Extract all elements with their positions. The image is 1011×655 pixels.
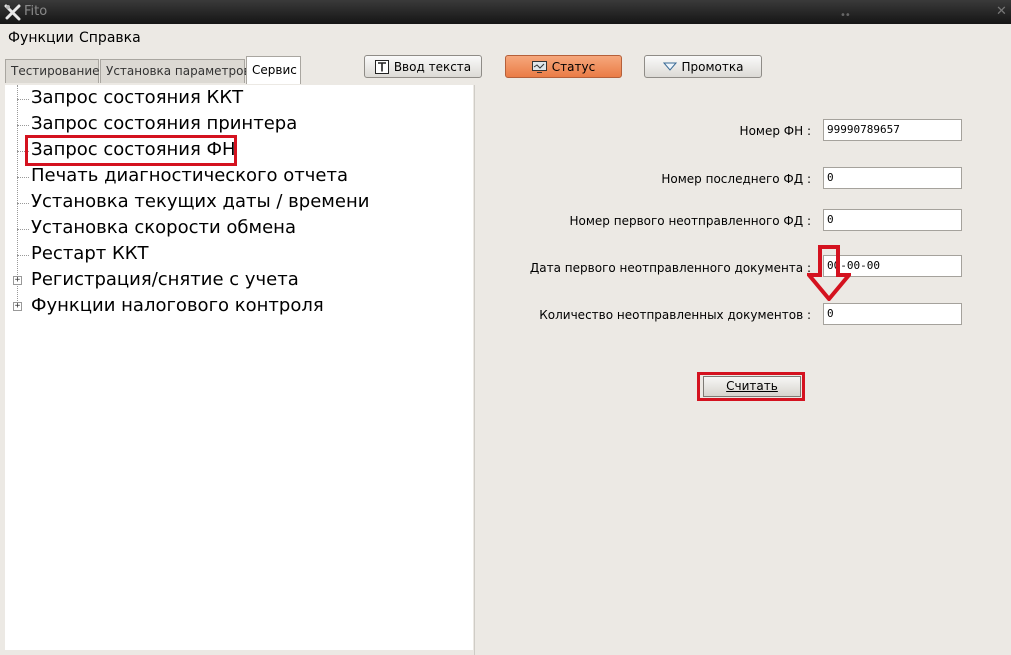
first-unsent-fd-label: Номер первого неотправленного ФД : (569, 214, 811, 228)
fn-number-label: Номер ФН : (739, 124, 811, 138)
chevron-down-icon (662, 62, 677, 71)
app-icon (4, 4, 21, 21)
tree-item-restart-kkt[interactable]: Рестарт ККТ (31, 243, 149, 267)
tab-service[interactable]: Сервис (246, 56, 301, 84)
tree-connector (17, 177, 29, 178)
fn-status-panel: Номер ФН : 99990789657 Номер последнего … (474, 85, 1011, 655)
last-fd-label: Номер последнего ФД : (661, 172, 811, 186)
tree-item-kkt-status[interactable]: Запрос состояния ККТ (31, 87, 243, 111)
text-icon (374, 59, 389, 74)
tree-item-printer-status[interactable]: Запрос состояния принтера (31, 113, 297, 137)
unsent-count-label: Количество неотправленных документов : (539, 308, 811, 322)
tree-item-baud-rate[interactable]: Установка скорости обмена (31, 217, 296, 241)
feed-label: Промотка (681, 59, 744, 74)
tree-connector (17, 203, 29, 204)
status-label: Статус (551, 59, 596, 74)
menu-functions[interactable]: Функции (8, 30, 74, 46)
service-tree: Запрос состояния ККТ Запрос состояния пр… (5, 85, 473, 650)
feed-button[interactable]: Промотка (644, 55, 762, 78)
status-button[interactable]: Статус (505, 55, 622, 78)
tree-connector (17, 99, 29, 100)
tree-item-set-datetime[interactable]: Установка текущих даты / времени (31, 191, 369, 215)
expand-icon[interactable]: + (13, 302, 22, 311)
tree-connector (17, 229, 29, 230)
expand-icon[interactable]: + (13, 276, 22, 285)
tab-parameters[interactable]: Установка параметров (100, 59, 251, 83)
tree-guide (17, 85, 18, 307)
tree-item-tax-control[interactable]: Функции налогового контроля (31, 295, 324, 319)
close-icon[interactable]: ✕ (996, 4, 1007, 19)
monitor-icon (531, 60, 547, 73)
fn-status-highlight (25, 135, 237, 166)
unsent-count-field[interactable]: 0 (823, 303, 962, 325)
last-fd-field[interactable]: 0 (823, 167, 962, 189)
tab-testing[interactable]: Тестирование (5, 59, 100, 83)
fn-number-field[interactable]: 99990789657 (823, 119, 962, 141)
window-title: Fito (24, 4, 48, 19)
first-unsent-fd-field[interactable]: 0 (823, 209, 962, 231)
annotation-arrow-icon (807, 245, 851, 301)
tree-connector (17, 125, 29, 126)
tree-item-diagnostic-report[interactable]: Печать диагностического отчета (31, 165, 348, 189)
text-input-button[interactable]: Ввод текста (364, 55, 482, 78)
read-button[interactable]: Считать (703, 376, 801, 397)
text-input-label: Ввод текста (393, 59, 472, 74)
menu-bar: Функции Справка (0, 24, 1011, 51)
title-bar: Fito •• ✕ (0, 0, 1011, 24)
title-grip: •• (840, 10, 851, 21)
first-unsent-date-label: Дата первого неотправленного документа : (529, 261, 811, 275)
tree-item-registration[interactable]: Регистрация/снятие с учета (31, 269, 299, 293)
menu-help[interactable]: Справка (79, 30, 141, 46)
tree-connector (17, 255, 29, 256)
